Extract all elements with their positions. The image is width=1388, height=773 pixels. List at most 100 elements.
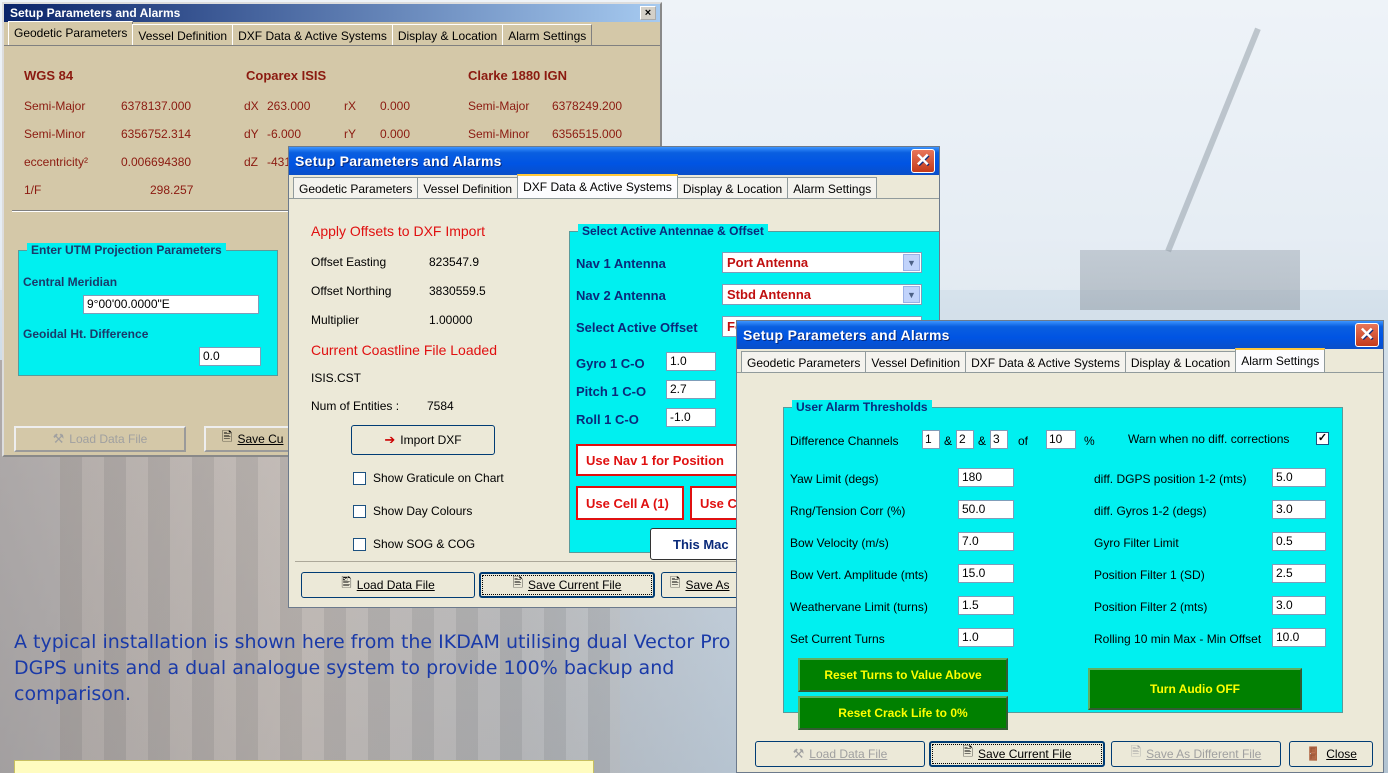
offset-easting-label: Offset Easting: [311, 255, 387, 269]
diff-dgps-position-input[interactable]: 5.0: [1272, 468, 1326, 487]
clarke-semiminor-value: 6356515.000: [552, 127, 623, 141]
tab-geodetic[interactable]: Geodetic Parameters: [293, 177, 419, 198]
position-filter-2-label: Position Filter 2 (mts): [1094, 600, 1208, 614]
weathervane-limit-input[interactable]: 1.5: [958, 596, 1014, 615]
yaw-limit-label: Yaw Limit (degs): [790, 472, 879, 486]
tab-geodetic[interactable]: Geodetic Parameters: [741, 351, 867, 372]
tab-alarm[interactable]: Alarm Settings: [1235, 348, 1326, 372]
gyro-filter-limit-input[interactable]: 0.5: [1272, 532, 1326, 551]
weathervane-limit-label: Weathervane Limit (turns): [790, 600, 928, 614]
tab-dxf[interactable]: DXF Data & Active Systems: [232, 24, 393, 45]
save-icon: 🖹: [222, 429, 233, 444]
reset-turns-button[interactable]: Reset Turns to Value Above: [798, 658, 1008, 692]
diff-channel-2-input[interactable]: 2: [956, 430, 974, 449]
offset-northing-value: 3830559.5: [429, 284, 486, 298]
set-current-turns-input[interactable]: 1.0: [958, 628, 1014, 647]
graticule-checkbox[interactable]: [353, 472, 366, 485]
rig-backdrop: [1080, 250, 1300, 310]
tab-alarm[interactable]: Alarm Settings: [502, 24, 593, 45]
dropdown-arrow-icon[interactable]: ▼: [903, 254, 920, 271]
bow-velocity-label: Bow Velocity (m/s): [790, 536, 889, 550]
pitch-co-label: Pitch 1 C-O: [576, 384, 647, 399]
tab-display[interactable]: Display & Location: [391, 24, 504, 45]
nav1-antenna-select[interactable]: Port Antenna ▼: [722, 252, 922, 273]
import-dxf-button[interactable]: ➔ Import DXF: [351, 425, 495, 455]
turn-audio-off-button[interactable]: Turn Audio OFF: [1088, 668, 1302, 710]
rolling-offset-label: Rolling 10 min Max - Min Offset: [1094, 632, 1262, 646]
day-colours-checkbox[interactable]: [353, 505, 366, 518]
dz-label: dZ: [244, 155, 259, 169]
diff-channel-1-input[interactable]: 1: [922, 430, 940, 449]
tab-dxf[interactable]: DXF Data & Active Systems: [517, 174, 678, 198]
gyro-co-input[interactable]: 1.0: [666, 352, 716, 371]
diff-gyros-input[interactable]: 3.0: [1272, 500, 1326, 519]
hammer-icon: ⚒: [52, 431, 65, 446]
use-cell-a-button[interactable]: Use Cell A (1): [576, 486, 684, 520]
coastline-filename: ISIS.CST: [311, 371, 362, 385]
bow-velocity-input[interactable]: 7.0: [958, 532, 1014, 551]
tab-vessel[interactable]: Vessel Definition: [865, 351, 967, 372]
position-filter-1-input[interactable]: 2.5: [1272, 564, 1326, 583]
yaw-limit-input[interactable]: 180: [958, 468, 1014, 487]
day-colours-label: Show Day Colours: [373, 504, 473, 518]
save-as-icon: 🖹: [1130, 744, 1142, 759]
warn-no-diff-label: Warn when no diff. corrections: [1128, 432, 1290, 446]
close-dialog-button[interactable]: 🚪 Close: [1289, 741, 1373, 767]
position-filter-2-input[interactable]: 3.0: [1272, 596, 1326, 615]
save-as-different-file-button[interactable]: 🖹 Save As Different File: [1111, 741, 1281, 767]
dropdown-arrow-icon[interactable]: ▼: [903, 286, 920, 303]
clarke-semiminor-label: Semi-Minor: [468, 127, 530, 141]
nav1-antenna-label: Nav 1 Antenna: [576, 256, 666, 271]
multiplier-value: 1.00000: [429, 313, 473, 327]
diff-channel-total-input[interactable]: 10: [1046, 430, 1076, 449]
gyro-co-label: Gyro 1 C-O: [576, 356, 645, 371]
crane-backdrop: [1165, 27, 1261, 253]
load-data-file-button[interactable]: ⚒ Load Data File: [755, 741, 925, 767]
datum-wgs84-heading: WGS 84: [24, 68, 74, 83]
rng-tension-input[interactable]: 50.0: [958, 500, 1014, 519]
tab-dxf[interactable]: DXF Data & Active Systems: [965, 351, 1126, 372]
bow-vert-amplitude-input[interactable]: 15.0: [958, 564, 1014, 583]
tab-vessel[interactable]: Vessel Definition: [417, 177, 519, 198]
tab-display[interactable]: Display & Location: [676, 177, 789, 198]
window-title: Setup Parameters and Alarms: [295, 153, 502, 169]
import-label: Import DXF: [400, 433, 462, 447]
percent-label: %: [1084, 434, 1095, 448]
load-label: Load Data File: [809, 747, 888, 761]
load-data-file-button[interactable]: ⚒ Load Data File: [14, 426, 186, 452]
ry-value: 0.000: [380, 127, 411, 141]
this-machine-label: This Mac: [673, 536, 729, 552]
coastline-heading: Current Coastline File Loaded: [311, 342, 497, 358]
pitch-co-input[interactable]: 2.7: [666, 380, 716, 399]
geoidal-height-label: Geoidal Ht. Difference: [23, 327, 149, 341]
warn-no-diff-checkbox[interactable]: ✓: [1316, 432, 1329, 445]
save-as-label: Save As Different File: [1146, 747, 1262, 761]
save-current-file-button[interactable]: 🖹 Save Current File: [479, 572, 655, 598]
inverse-flattening-value: 298.257: [150, 183, 194, 197]
apply-offsets-heading: Apply Offsets to DXF Import: [311, 223, 486, 239]
close-button[interactable]: ×: [640, 6, 656, 20]
user-alarm-thresholds-group: User Alarm Thresholds Difference Channel…: [783, 400, 1343, 730]
reset-crack-life-button[interactable]: Reset Crack Life to 0%: [798, 696, 1008, 730]
diff-channel-3-input[interactable]: 3: [990, 430, 1008, 449]
sog-cog-checkbox[interactable]: [353, 538, 366, 551]
geoidal-height-input[interactable]: 0.0: [199, 347, 261, 366]
save-current-file-button[interactable]: 🖹 Save Current File: [929, 741, 1105, 767]
roll-co-input[interactable]: -1.0: [666, 408, 716, 427]
caption-text: A typical installation is shown here fro…: [14, 631, 731, 705]
tab-alarm[interactable]: Alarm Settings: [787, 177, 878, 198]
import-icon: ➔: [384, 432, 396, 447]
tab-strip: Geodetic Parameters Vessel Definition DX…: [737, 348, 1383, 373]
nav2-antenna-select[interactable]: Stbd Antenna ▼: [722, 284, 922, 305]
load-label: Load Data File: [69, 432, 148, 446]
rolling-offset-input[interactable]: 10.0: [1272, 628, 1326, 647]
central-meridian-input[interactable]: 9°00'00.0000"E: [83, 295, 259, 314]
load-data-file-button[interactable]: 🖺 Load Data File: [301, 572, 475, 598]
sog-cog-label: Show SOG & COG: [373, 537, 476, 551]
close-button[interactable]: ✕: [911, 149, 935, 173]
save-icon: 🖹: [962, 744, 974, 759]
tab-geodetic[interactable]: Geodetic Parameters: [8, 21, 134, 45]
tab-vessel[interactable]: Vessel Definition: [132, 24, 234, 45]
close-button[interactable]: ✕: [1355, 323, 1379, 347]
tab-display[interactable]: Display & Location: [1124, 351, 1237, 372]
